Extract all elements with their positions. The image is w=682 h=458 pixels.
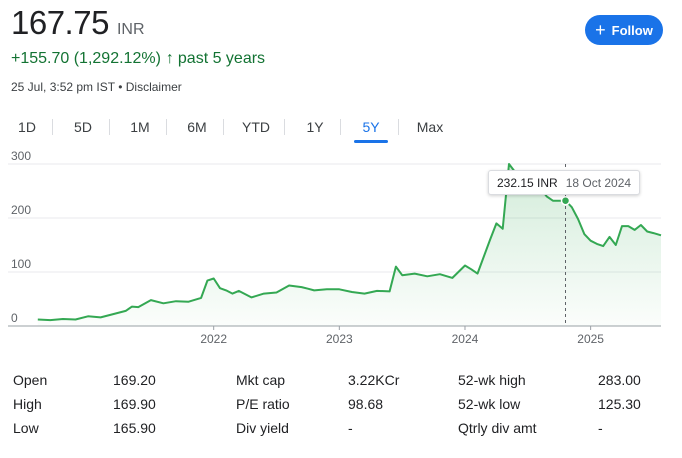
tab-divider xyxy=(223,119,224,135)
tab-1y[interactable]: 1Y xyxy=(298,113,332,141)
stat-label: Mkt cap xyxy=(236,372,286,388)
tab-divider xyxy=(284,119,285,135)
stat-value: 125.30 xyxy=(598,396,641,412)
current-price: 167.75 xyxy=(11,4,109,41)
chart-tooltip: 232.15 INR 18 Oct 2024 xyxy=(488,170,641,195)
tab-5d[interactable]: 5D xyxy=(66,113,100,141)
stat-label: Div yield xyxy=(236,420,289,436)
tab-divider xyxy=(166,119,167,135)
change-period: past 5 years xyxy=(177,50,266,67)
tab-1d[interactable]: 1D xyxy=(10,113,44,141)
x-axis-labels: 2022 2023 2024 2025 xyxy=(200,326,604,346)
arrow-up-icon: ↑ xyxy=(165,50,174,67)
meta-separator: • xyxy=(118,80,123,94)
tab-divider xyxy=(398,119,399,135)
tooltip-price: 232.15 INR xyxy=(497,175,558,190)
plus-icon: + xyxy=(595,20,606,40)
tooltip-date: 18 Oct 2024 xyxy=(565,175,632,190)
stat-label: Qtrly div amt xyxy=(458,420,537,436)
x-tick-label: 2024 xyxy=(452,332,479,346)
tab-max[interactable]: Max xyxy=(411,113,449,141)
y-tick-label: 200 xyxy=(11,203,31,217)
change-value: +155.70 (1,292.12%) xyxy=(11,50,161,67)
y-tick-label: 0 xyxy=(11,311,18,325)
stat-label: Low xyxy=(13,420,39,436)
x-tick-label: 2023 xyxy=(326,332,353,346)
stat-value: 283.00 xyxy=(598,372,641,388)
stat-label: Open xyxy=(13,372,48,388)
x-tick-label: 2022 xyxy=(200,332,227,346)
y-tick-label: 300 xyxy=(11,150,31,163)
tab-ytd[interactable]: YTD xyxy=(236,113,276,141)
stat-label: P/E ratio xyxy=(236,396,290,412)
stat-value: - xyxy=(598,420,603,436)
stat-value: 98.68 xyxy=(348,396,384,412)
stat-label: 52-wk high xyxy=(458,372,526,388)
stat-value: 169.20 xyxy=(113,372,156,388)
tab-divider xyxy=(109,119,110,135)
quote-timestamp: 25 Jul, 3:52 pm IST xyxy=(11,80,115,94)
stat-value: 169.90 xyxy=(113,396,156,412)
stat-value: - xyxy=(348,420,353,436)
x-tick-label: 2025 xyxy=(577,332,604,346)
quote-header: 167.75 INR xyxy=(11,4,145,42)
currency-code: INR xyxy=(116,21,145,38)
stat-value: 165.90 xyxy=(113,420,156,436)
tab-divider xyxy=(52,119,53,135)
price-change: +155.70 (1,292.12%) ↑ past 5 years xyxy=(11,50,265,68)
quote-meta: 25 Jul, 3:52 pm IST • Disclaimer xyxy=(11,80,182,94)
tab-divider xyxy=(340,119,341,135)
y-tick-label: 100 xyxy=(11,257,31,271)
disclaimer-link[interactable]: Disclaimer xyxy=(126,80,182,94)
tab-5y[interactable]: 5Y xyxy=(354,113,388,143)
stat-value: 3.22KCr xyxy=(348,372,400,388)
tab-1m[interactable]: 1M xyxy=(122,113,158,141)
stat-label: 52-wk low xyxy=(458,396,521,412)
follow-button[interactable]: + Follow xyxy=(585,15,663,45)
stat-label: High xyxy=(13,396,42,412)
y-axis-labels: 0 100 200 300 xyxy=(11,150,31,325)
tab-6m[interactable]: 6M xyxy=(179,113,215,141)
hover-point xyxy=(560,195,571,206)
follow-button-label: Follow xyxy=(611,22,653,38)
